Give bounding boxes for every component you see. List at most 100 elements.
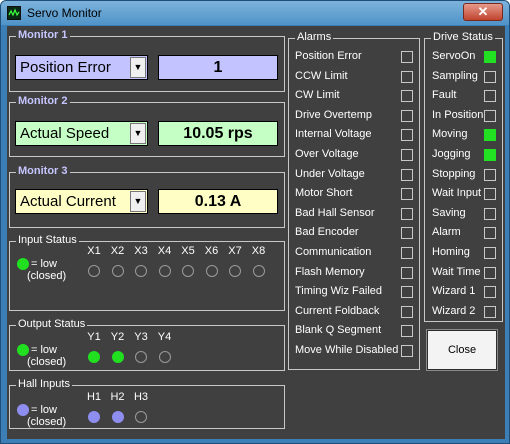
alarms-item-label: Over Voltage (295, 148, 359, 160)
channel-label-x8: X8 (251, 245, 266, 257)
hall-inputs-label: Hall Inputs (16, 378, 72, 390)
channel-label-y3: Y3 (134, 331, 148, 343)
channel-indicator-x7 (229, 265, 241, 277)
drive-status-item-label: Wait Input (432, 187, 482, 200)
drive-status-indicator (484, 247, 496, 259)
alarms-item-label: Current Foldback (295, 304, 380, 317)
monitor-1-label: Monitor 1 (16, 29, 70, 41)
input-legend-line1: = low (31, 258, 57, 270)
alarms-indicator (401, 247, 413, 259)
alarms-indicator (401, 70, 413, 83)
channel-indicator-y3 (135, 351, 147, 363)
channel-label-x7: X7 (228, 245, 242, 257)
channel-label-x5: X5 (181, 245, 195, 257)
channel-indicator-x6 (205, 265, 218, 277)
window-close-button[interactable]: ✕ (463, 3, 503, 21)
alarms-indicator (401, 286, 413, 299)
channel-label-x6: X6 (204, 245, 219, 257)
drive-status-indicator (484, 168, 496, 181)
channel-indicator-x8 (252, 265, 265, 277)
drive-status-indicator (484, 305, 496, 318)
monitor-2-select[interactable]: Actual Speed ▼ (15, 121, 148, 146)
drive-status-item-label: Wizard 1 (432, 285, 476, 298)
channel-label-x3: X3 (134, 245, 148, 257)
monitor-3-selection: Actual Current (20, 193, 116, 210)
alarms-item-label: CCW Limit (295, 69, 348, 82)
alarms-indicator (401, 90, 413, 103)
channel-indicator-x1 (88, 265, 100, 277)
drive-status-indicator (484, 188, 496, 201)
alarms-indicator (401, 325, 413, 338)
alarms-item-label: Motor Short (295, 187, 353, 200)
drive-status-item-label: Stopping (432, 167, 476, 180)
oscilloscope-icon (7, 6, 21, 20)
drive-status-item-label: Sampling (432, 69, 478, 82)
monitor-1-select[interactable]: Position Error ▼ (15, 55, 148, 80)
alarms-item-label: Position Error (295, 50, 362, 62)
drive-status-item-label: Fault (432, 89, 457, 102)
window-title: Servo Monitor (27, 6, 102, 20)
alarms-indicator (401, 207, 413, 220)
monitor-3-label: Monitor 3 (16, 165, 70, 177)
channel-indicator-x4 (158, 265, 171, 277)
output-legend-line2: (closed) (27, 356, 67, 368)
alarms-indicator (401, 188, 413, 201)
input-legend-line2: (closed) (27, 270, 67, 282)
alarms-indicator (401, 227, 413, 240)
drive-status-indicator (484, 109, 496, 122)
alarms-item-label: Communication (295, 246, 372, 258)
drive-status-item-label: Wait Time (432, 265, 481, 278)
drive-status-item-label: Alarm (432, 226, 461, 239)
alarms-indicator (401, 266, 413, 279)
drive-status-indicator (484, 266, 496, 279)
channel-indicator-y1 (88, 351, 100, 363)
monitor-2-label: Monitor 2 (16, 95, 70, 107)
title-bar[interactable]: Servo Monitor ✕ (1, 1, 509, 25)
monitor-2-selection: Actual Speed (20, 125, 110, 142)
monitor-3-select[interactable]: Actual Current ▼ (15, 189, 148, 214)
drive-status-label: Drive Status (431, 31, 495, 43)
alarms-indicator (401, 109, 413, 122)
chevron-down-icon[interactable]: ▼ (130, 57, 146, 78)
monitor-3-readout: 0.13 A (158, 189, 278, 214)
alarms-item-label: Bad Hall Sensor (295, 206, 375, 219)
drive-status-indicator (484, 149, 496, 161)
channel-label-x1: X1 (87, 245, 101, 257)
alarms-item-label: Under Voltage (295, 167, 365, 180)
servo-monitor-window: Servo Monitor ✕ Monitor 1 Position Error… (0, 0, 510, 444)
drive-status-item-label: Moving (432, 128, 468, 141)
drive-status-indicator (484, 207, 496, 220)
alarms-indicator (401, 168, 413, 181)
drive-status-indicator (484, 129, 496, 142)
output-status-label: Output Status (16, 318, 88, 330)
drive-status-indicator (484, 286, 496, 299)
chevron-down-icon[interactable]: ▼ (130, 191, 146, 212)
alarms-item-label: Blank Q Segment (295, 324, 382, 337)
drive-status-indicator (484, 90, 496, 103)
monitor-1-readout: 1 (158, 55, 278, 80)
channel-indicator-x5 (182, 265, 194, 277)
drive-status-indicator (484, 51, 496, 63)
hall-legend-line2: (closed) (27, 416, 67, 428)
alarms-indicator (401, 305, 413, 318)
channel-label-h1: H1 (86, 391, 102, 403)
alarms-item-label: Internal Voltage (295, 128, 372, 141)
close-button[interactable]: Close (426, 329, 498, 371)
drive-status-item-label: Saving (432, 206, 466, 219)
monitor-2-readout: 10.05 rps (158, 121, 278, 146)
channel-label-x2: X2 (110, 245, 125, 257)
alarms-item-label: Move While Disabled (295, 344, 399, 356)
low-indicator-legend-dot (17, 344, 29, 356)
channel-indicator-x2 (111, 265, 124, 277)
drive-status-indicator (484, 70, 496, 83)
alarms-indicator (401, 51, 413, 63)
hall-legend-line1: = low (31, 404, 57, 416)
channel-label-y1: Y1 (87, 331, 101, 343)
alarms-item-label: Bad Encoder (295, 226, 359, 239)
channel-label-h2: H2 (110, 391, 125, 403)
input-status-label: Input Status (16, 234, 79, 246)
chevron-down-icon[interactable]: ▼ (130, 123, 146, 144)
drive-status-item-label: ServoOn (432, 50, 476, 62)
channel-indicator-x3 (135, 265, 147, 277)
alarms-indicator (401, 345, 413, 357)
